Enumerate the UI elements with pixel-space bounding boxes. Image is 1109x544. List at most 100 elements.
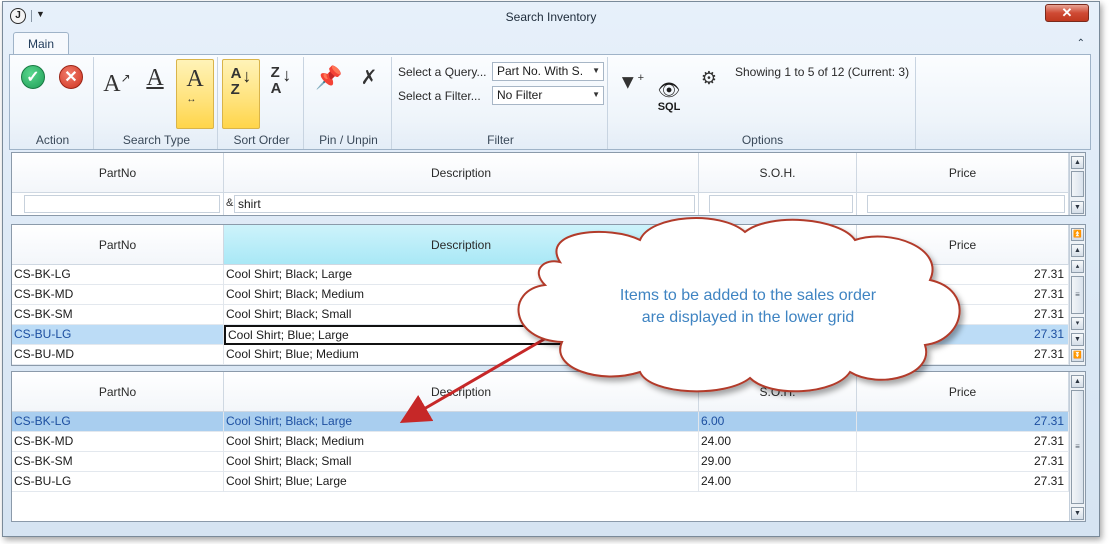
- column-header-price[interactable]: Price: [857, 372, 1069, 412]
- search-gear-icon: ⚙: [700, 68, 718, 88]
- scroll-down-icon[interactable]: ▼: [1071, 201, 1084, 214]
- sort-down-arrow-icon: ↓: [242, 66, 252, 86]
- filter-add-button[interactable]: ▼+: [612, 59, 650, 129]
- search-type-group: A↗ A A ↔ Search Type: [96, 57, 218, 149]
- cell-price: 27.31: [857, 412, 1069, 432]
- search-contains-button[interactable]: A ↔: [176, 59, 214, 129]
- tab-main[interactable]: Main: [13, 32, 69, 55]
- font-a-contains-icon: A ↔: [186, 66, 204, 105]
- filter-cell-description: & shirt: [224, 193, 699, 215]
- table-row[interactable]: CS-BK-MD Cool Shirt; Black; Medium 24.00…: [12, 432, 1069, 452]
- unpin-icon: ✗: [360, 67, 378, 89]
- filter-input-partno[interactable]: [24, 195, 220, 213]
- cell-price: 27.31: [857, 265, 1069, 285]
- column-header-soh[interactable]: S.O.H.: [699, 153, 857, 193]
- select-filter-combo[interactable]: No Filter ▼: [492, 86, 604, 105]
- cell-description: Cool Shirt; Blue; Large: [224, 472, 699, 492]
- scroll-thumb[interactable]: [1071, 171, 1084, 197]
- font-a-arrow-icon: A↗: [103, 71, 131, 97]
- select-filter-label: Select a Filter...: [398, 89, 481, 103]
- sort-down-arrow-icon-2: ↓: [282, 65, 292, 85]
- column-header-price[interactable]: Price: [857, 225, 1069, 265]
- column-header-description[interactable]: Description: [224, 225, 699, 265]
- scroll-down-icon[interactable]: ▼: [1071, 507, 1084, 520]
- filter-operator[interactable]: &: [226, 197, 233, 209]
- search-ends-with-button[interactable]: A: [136, 59, 174, 129]
- cell-partno: CS-BK-LG: [12, 412, 224, 432]
- search-inventory-window: J ▼ Search Inventory ✕ Main ⌃ ✓ ✕ Action…: [2, 1, 1100, 537]
- scroll-page-down-icon[interactable]: ▼: [1071, 333, 1084, 346]
- column-header-partno[interactable]: PartNo: [12, 153, 224, 193]
- cell-price: 27.31: [857, 432, 1069, 452]
- scroll-up-icon[interactable]: ▲: [1071, 375, 1084, 388]
- accept-button[interactable]: ✓: [14, 59, 52, 129]
- sort-descending-button[interactable]: ZA ↓: [262, 59, 300, 129]
- chevron-down-icon: ▼: [592, 90, 600, 99]
- cell-description: Cool Shirt; Blue; Medium: [224, 345, 699, 365]
- pin-icon: 📌: [315, 65, 343, 90]
- search-options-button[interactable]: ⚙: [690, 59, 728, 129]
- search-filter-grid: PartNo Description S.O.H. Price & shirt …: [11, 152, 1086, 216]
- ribbon-collapse-icon[interactable]: ⌃: [1077, 38, 1085, 49]
- scroll-thumb[interactable]: ≡: [1071, 390, 1084, 504]
- scroll-page-up-icon[interactable]: ▲: [1071, 244, 1084, 257]
- cell-price: 27.31: [857, 345, 1069, 365]
- sql-label: SQL: [657, 100, 681, 113]
- select-query-combo[interactable]: Part No. With S. ▼: [492, 62, 604, 81]
- column-header-description[interactable]: Description: [224, 372, 699, 412]
- filter-cell-soh: [699, 193, 857, 215]
- select-query-label: Select a Query...: [398, 65, 487, 79]
- filter-input-description[interactable]: shirt: [234, 195, 695, 213]
- sort-order-group: AZ ↓ ZA ↓ Sort Order: [220, 57, 304, 149]
- ribbon: ✓ ✕ Action A↗ A A ↔ Search Type AZ ↓ Z A…: [9, 54, 1091, 150]
- sql-view-button[interactable]: 👁 SQL: [650, 59, 688, 129]
- action-group: ✓ ✕ Action: [12, 57, 94, 149]
- cell-partno: CS-BK-MD: [12, 285, 224, 305]
- funnel-plus-icon: ▼+: [617, 71, 645, 94]
- search-grid-scrollbar[interactable]: ▲ ▼: [1069, 153, 1085, 215]
- column-header-soh[interactable]: S.O.H.: [699, 372, 857, 412]
- action-group-label: Action: [35, 133, 70, 147]
- scroll-down-icon[interactable]: ▾: [1071, 317, 1084, 330]
- close-button[interactable]: ✕: [1045, 4, 1089, 22]
- cell-description: Cool Shirt; Black; Large: [224, 412, 699, 432]
- column-header-partno[interactable]: PartNo: [12, 372, 224, 412]
- scroll-up-icon[interactable]: ▴: [1071, 260, 1084, 273]
- select-query-value: Part No. With S.: [497, 64, 584, 78]
- column-header-description[interactable]: Description: [224, 153, 699, 193]
- options-group-label: Options: [741, 133, 784, 147]
- options-group: ▼+ 👁 SQL ⚙ Showing 1 to 5 of 12 (Current…: [610, 57, 916, 149]
- scroll-bottom-icon[interactable]: ⏬: [1071, 349, 1084, 362]
- results-grid-scrollbar[interactable]: ⏫ ▲ ▴ ≡ ▾ ▼ ⏬: [1069, 225, 1085, 365]
- column-header-price[interactable]: Price: [857, 153, 1069, 193]
- scroll-top-icon[interactable]: ⏫: [1071, 228, 1084, 241]
- search-type-group-label: Search Type: [122, 133, 191, 147]
- cell-partno: CS-BK-SM: [12, 305, 224, 325]
- table-row-selected[interactable]: CS-BK-LG Cool Shirt; Black; Large 6.00 2…: [12, 412, 1069, 432]
- sort-ascending-button[interactable]: AZ ↓: [222, 59, 260, 129]
- cell-soh: 24.00: [699, 472, 857, 492]
- title-bar: J ▼ Search Inventory ✕: [3, 2, 1099, 30]
- check-icon: ✓: [21, 65, 45, 89]
- table-row[interactable]: CS-BU-LG Cool Shirt; Blue; Large 24.00 2…: [12, 472, 1069, 492]
- pin-unpin-group: 📌 ✗ Pin / Unpin: [306, 57, 392, 149]
- order-grid-scrollbar[interactable]: ▲ ≡ ▼: [1069, 372, 1085, 521]
- column-header-soh[interactable]: S.O.H.: [699, 225, 857, 265]
- column-header-partno[interactable]: PartNo: [12, 225, 224, 265]
- table-row[interactable]: CS-BK-LG Cool Shirt; Black; Large 27.31: [12, 265, 1069, 285]
- table-row[interactable]: CS-BK-SM Cool Shirt; Black; Small 29.00 …: [12, 452, 1069, 472]
- search-starts-with-button[interactable]: A↗: [98, 59, 136, 129]
- pin-button[interactable]: 📌: [310, 59, 348, 129]
- scroll-up-icon[interactable]: ▲: [1071, 156, 1084, 169]
- scroll-thumb[interactable]: ≡: [1071, 276, 1084, 314]
- cell-soh: [699, 345, 857, 365]
- window-title: Search Inventory: [505, 10, 597, 24]
- cancel-button[interactable]: ✕: [52, 59, 90, 129]
- filter-input-price[interactable]: [867, 195, 1065, 213]
- cell-description: Cool Shirt; Black; Small: [224, 452, 699, 472]
- table-row[interactable]: CS-BU-MD Cool Shirt; Blue; Medium 27.31: [12, 345, 1069, 365]
- cell-soh: 6.00: [699, 412, 857, 432]
- unpin-button[interactable]: ✗: [350, 59, 388, 129]
- filter-group-label: Filter: [487, 133, 514, 147]
- filter-input-soh[interactable]: [709, 195, 853, 213]
